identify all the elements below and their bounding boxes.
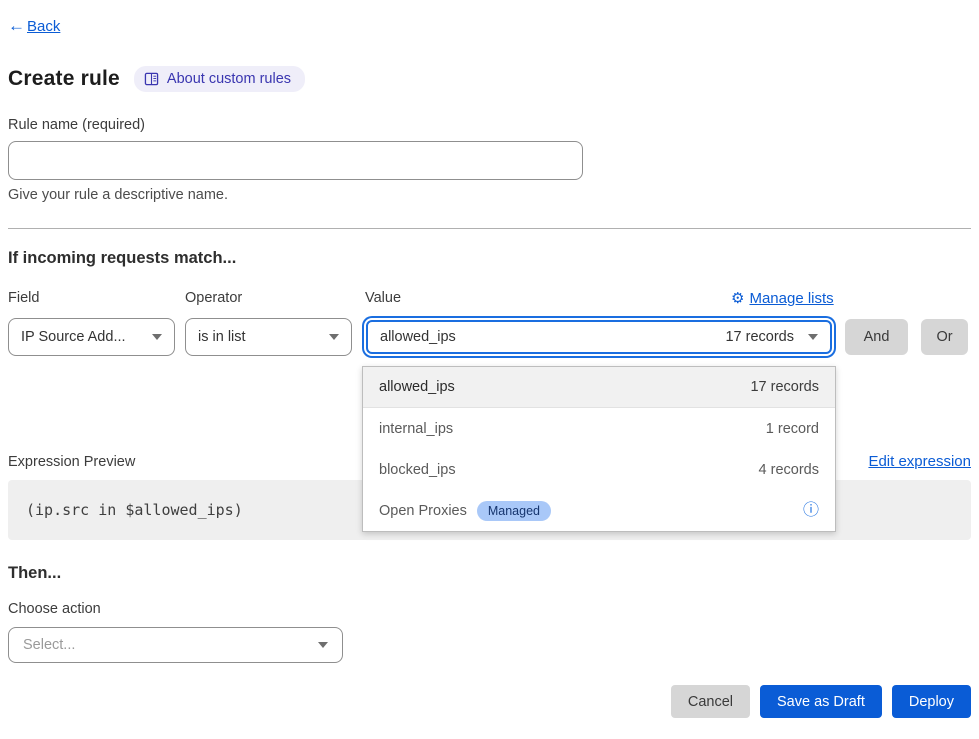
operator-select[interactable]: is in list <box>185 318 352 356</box>
footer-actions: Cancel Save as Draft Deploy <box>671 685 971 718</box>
cancel-button[interactable]: Cancel <box>671 685 750 718</box>
back-link[interactable]: ← Back <box>8 16 60 36</box>
page-title: Create rule <box>8 67 120 91</box>
action-select[interactable]: Select... <box>8 627 343 663</box>
edit-expression-link[interactable]: Edit expression <box>868 453 971 470</box>
chevron-down-icon <box>152 334 162 340</box>
list-item-record-count: 4 records <box>759 462 819 478</box>
list-item-record-count: 1 record <box>766 421 819 437</box>
value-select[interactable]: allowed_ips 17 records <box>366 320 832 354</box>
expression-preview-label: Expression Preview <box>8 454 135 470</box>
field-select[interactable]: IP Source Add... <box>8 318 175 356</box>
list-item-name: Open Proxies <box>379 503 467 519</box>
list-item-name: internal_ips <box>379 421 453 437</box>
title-row: Create rule About custom rules <box>8 66 305 92</box>
match-section-heading: If incoming requests match... <box>8 249 236 268</box>
book-icon <box>144 72 159 86</box>
list-item-record-count: 17 records <box>750 379 819 395</box>
save-as-draft-button[interactable]: Save as Draft <box>760 685 882 718</box>
field-select-value: IP Source Add... <box>21 329 126 345</box>
operator-column-label: Operator <box>185 290 242 306</box>
value-select-value: allowed_ips <box>380 329 456 345</box>
about-badge-label: About custom rules <box>167 71 291 87</box>
manage-lists-label: Manage lists <box>749 290 833 307</box>
then-section-heading: Then... <box>8 564 61 583</box>
expression-code: (ip.src in $allowed_ips) <box>26 501 243 519</box>
chevron-down-icon <box>329 334 339 340</box>
operator-select-value: is in list <box>198 329 246 345</box>
list-item-blocked-ips[interactable]: blocked_ips 4 records <box>363 449 835 490</box>
list-item-name: blocked_ips <box>379 462 456 478</box>
and-button[interactable]: And <box>845 319 908 355</box>
rule-name-input[interactable] <box>8 141 583 180</box>
list-item-allowed-ips[interactable]: allowed_ips 17 records <box>363 367 835 408</box>
list-item-internal-ips[interactable]: internal_ips 1 record <box>363 408 835 449</box>
value-select-record-count: 17 records <box>725 329 794 345</box>
choose-action-label: Choose action <box>8 601 101 617</box>
list-item-name: allowed_ips <box>379 379 455 395</box>
manage-lists-link[interactable]: ⚙ Manage lists <box>731 289 834 307</box>
back-link-label: Back <box>27 18 60 35</box>
chevron-down-icon <box>318 642 328 648</box>
create-rule-page: ← Back Create rule About custom rules Ru… <box>0 0 979 739</box>
or-button[interactable]: Or <box>921 319 968 355</box>
deploy-button[interactable]: Deploy <box>892 685 971 718</box>
back-arrow-icon: ← <box>8 16 25 36</box>
section-divider <box>8 228 971 229</box>
list-item-open-proxies[interactable]: Open Proxies Managed ⓘ <box>363 490 835 531</box>
about-custom-rules-link[interactable]: About custom rules <box>134 66 305 92</box>
field-column-label: Field <box>8 290 39 306</box>
rule-name-helper-text: Give your rule a descriptive name. <box>8 187 228 203</box>
managed-badge: Managed <box>477 501 551 521</box>
info-icon[interactable]: ⓘ <box>803 503 819 519</box>
value-column-label: Value <box>365 290 401 306</box>
chevron-down-icon <box>808 334 818 340</box>
action-select-placeholder: Select... <box>23 637 75 653</box>
gear-icon: ⚙ <box>731 289 744 307</box>
value-dropdown-panel: allowed_ips 17 records internal_ips 1 re… <box>362 366 836 532</box>
rule-name-label: Rule name (required) <box>8 117 145 133</box>
